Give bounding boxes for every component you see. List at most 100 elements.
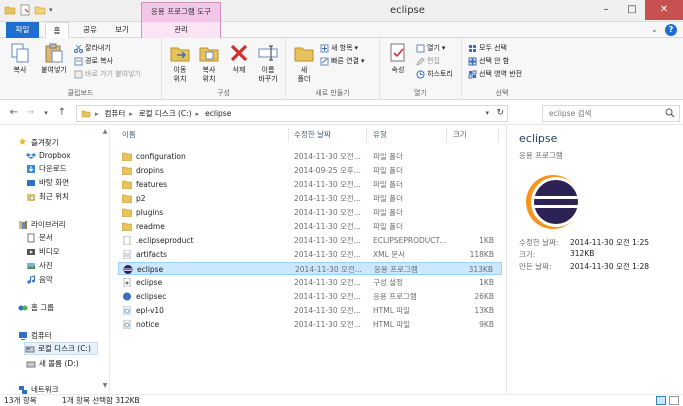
breadcrumb-local-disk[interactable]: 로컬 디스크 (C:) [139, 108, 192, 119]
file-type: HTML 파일 [373, 320, 411, 329]
file-row[interactable]: plugins 2014-11-30 오전... 파일 폴더 [118, 206, 502, 219]
help-icon[interactable]: ? [665, 24, 677, 36]
back-icon[interactable]: ← [8, 107, 20, 119]
html-file-icon [123, 306, 131, 315]
tab-manage[interactable]: 관리 [141, 22, 221, 38]
refresh-icon[interactable]: ↻ [496, 108, 504, 118]
nav-item-libraries[interactable]: 라이브러리 [18, 218, 66, 231]
column-separator[interactable] [288, 128, 289, 142]
file-row[interactable]: readme 2014-11-30 오전... 파일 폴더 [118, 220, 502, 233]
select-none-icon [468, 57, 477, 66]
breadcrumb-computer[interactable]: 컴퓨터 [105, 108, 126, 119]
nav-item-computer[interactable]: 컴퓨터 [18, 329, 52, 342]
chevron-down-icon[interactable]: ▾ [485, 109, 489, 117]
file-row[interactable]: eclipse 2014-11-30 오전... 구성 설정 1KB [118, 276, 502, 289]
open-button[interactable]: 열기 ▾ [416, 43, 445, 54]
details-size-label: 크기: [519, 250, 536, 259]
file-name: p2 [136, 194, 146, 203]
column-header-size[interactable]: 크기 [453, 129, 467, 140]
file-row[interactable]: .eclipseproduct 2014-11-30 오전... ECLIPSEPR… [118, 234, 502, 247]
file-row[interactable]: dropins 2014-09-25 오후... 파일 폴더 [118, 164, 502, 177]
close-button[interactable]: ✕ [645, 0, 683, 20]
column-separator[interactable] [498, 128, 499, 142]
tab-view[interactable]: 보기 [110, 22, 134, 38]
tab-home[interactable]: 홈 [45, 22, 69, 39]
column-header-type[interactable]: 유형 [373, 129, 387, 140]
file-row[interactable]: eclipsec 2014-11-30 오전... 응용 프로그램 26KB [118, 290, 502, 303]
nav-item-favorites[interactable]: ★ 즐겨찾기 [18, 136, 59, 149]
nav-item-music[interactable]: 음악 [26, 273, 53, 286]
up-icon[interactable]: ↑ [56, 107, 68, 119]
edit-button[interactable]: 편집 [416, 56, 440, 67]
column-header-date[interactable]: 수정한 날짜 [294, 129, 331, 140]
file-row[interactable]: configuration 2014-11-30 오전... 파일 폴더 [118, 150, 502, 163]
computer-icon [19, 331, 27, 340]
easy-access-button[interactable]: 빠른 연결 ▾ [320, 56, 365, 67]
nav-item-recent[interactable]: 최근 위치 [26, 190, 69, 203]
move-to-button[interactable]: 이동 위치 [166, 42, 194, 84]
file-date: 2014-11-30 오전... [295, 265, 362, 274]
nav-item-dropbox[interactable]: Dropbox [26, 149, 71, 162]
copy-to-button[interactable]: 복사 위치 [195, 42, 223, 84]
nav-item-label: 라이브러리 [31, 220, 66, 229]
qat-dropdown-icon[interactable]: ▾ [49, 6, 53, 14]
nav-item-pictures[interactable]: 사진 [26, 259, 53, 272]
search-input[interactable]: eclipse 검색 [542, 105, 680, 122]
delete-button[interactable]: 삭제 [225, 42, 253, 75]
music-icon [27, 274, 35, 284]
new-folder-button[interactable]: 새 폴더 [290, 42, 318, 84]
copy-path-label: 경로 복사 [85, 57, 113, 65]
nav-scrollbar[interactable]: ▲ ▼ [100, 126, 110, 394]
breadcrumb-eclipse[interactable]: eclipse [205, 109, 231, 118]
tab-share[interactable]: 공유 [76, 22, 104, 38]
paste-button[interactable]: 붙여넣기 [38, 42, 70, 75]
forward-icon[interactable]: → [24, 107, 36, 119]
column-separator[interactable] [366, 128, 367, 142]
column-separator[interactable] [446, 128, 447, 142]
scroll-down-icon[interactable]: ▼ [100, 382, 110, 392]
file-row[interactable]: artifacts 2014-11-30 오전... XML 문서 118KB [118, 248, 502, 261]
details-view-icon[interactable] [656, 396, 666, 405]
address-bar[interactable]: ▸ 컴퓨터 ▸ 로컬 디스크 (C:) ▸ eclipse ▾ ↻ [76, 105, 508, 122]
nav-item-documents[interactable]: 문서 [26, 231, 53, 244]
file-row[interactable]: p2 2014-11-30 오전... 파일 폴더 [118, 192, 502, 205]
new-folder-icon[interactable] [34, 4, 46, 16]
history-button[interactable]: 히스토리 [416, 69, 453, 80]
minimize-button[interactable]: – [593, 0, 619, 20]
file-row[interactable]: epl-v10 2014-11-30 오전... HTML 파일 13KB [118, 304, 502, 317]
copy-path-button[interactable]: 경로 복사 [74, 56, 113, 67]
select-none-button[interactable]: 선택 안 함 [468, 56, 509, 67]
file-row[interactable]: eclipse 2014-11-30 오전... 응용 프로그램 313KB [118, 262, 502, 275]
rename-button[interactable]: 이름 바꾸기 [254, 42, 282, 84]
nav-item-homegroup[interactable]: 홈 그룹 [18, 301, 54, 314]
copy-button[interactable]: 복사 [6, 42, 34, 75]
scroll-up-icon[interactable]: ▲ [100, 128, 110, 138]
nav-item-network[interactable]: 네트워크 [18, 383, 59, 394]
recent-locations-icon[interactable]: ▾ [40, 107, 52, 119]
nav-item-local-disk[interactable]: 로컬 디스크 (C:) [24, 342, 98, 355]
column-header-name[interactable]: 이름 [122, 129, 136, 140]
new-item-button[interactable]: 새 항목 ▾ [320, 43, 358, 54]
nav-item-desktop[interactable]: 바탕 화면 [26, 176, 69, 189]
select-all-button[interactable]: 모두 선택 [468, 43, 507, 54]
copy-to-label: 복사 위치 [202, 66, 216, 83]
chevron-down-icon[interactable]: ⌄ [651, 25, 661, 35]
maximize-button[interactable]: □ [619, 0, 645, 20]
desktop-icon [27, 179, 35, 186]
properties-icon[interactable] [19, 4, 31, 16]
file-row[interactable]: notice 2014-11-30 오전... HTML 파일 9KB [118, 318, 502, 331]
file-date: 2014-11-30 오전... [294, 208, 361, 217]
file-size: 118KB [469, 250, 494, 259]
file-date: 2014-11-30 오전... [294, 222, 361, 231]
nav-item-videos[interactable]: 비디오 [26, 245, 60, 258]
nav-item-downloads[interactable]: 다운로드 [26, 162, 67, 175]
paste-shortcut-button[interactable]: 바로 가기 붙여넣기 [74, 69, 141, 80]
nav-item-new-volume[interactable]: 새 볼륨 (D:) [26, 357, 79, 370]
file-row[interactable]: features 2014-11-30 오전... 파일 폴더 [118, 178, 502, 191]
cut-button[interactable]: 잘라내기 [74, 43, 111, 54]
tab-file[interactable]: 파일 [6, 22, 39, 38]
large-icons-view-icon[interactable] [669, 396, 679, 405]
properties-button[interactable]: 속성 [384, 42, 412, 75]
new-item-icon [320, 44, 329, 53]
invert-selection-button[interactable]: 선택 영역 반전 [468, 69, 522, 80]
